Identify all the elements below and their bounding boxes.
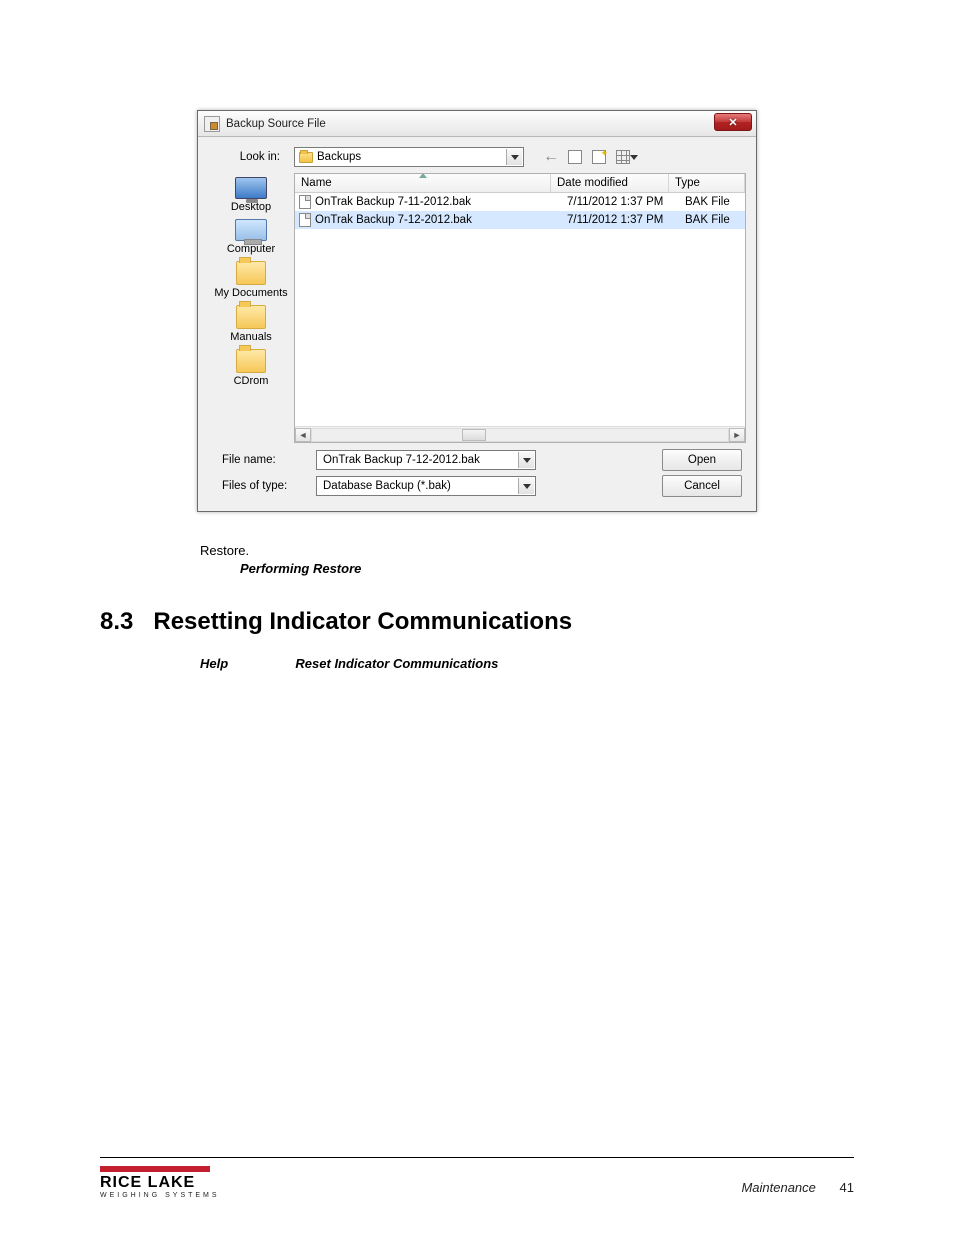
file-name: OnTrak Backup 7-11-2012.bak: [315, 196, 567, 208]
brand-logo: RICE LAKE WEIGHING SYSTEMS: [100, 1166, 220, 1199]
column-type[interactable]: Type: [669, 174, 745, 192]
place-cdrom[interactable]: CDrom: [234, 349, 269, 387]
filetype-label: Files of type:: [208, 480, 308, 492]
file-date: 7/11/2012 1:37 PM: [567, 214, 685, 226]
column-type-label: Type: [675, 177, 700, 189]
place-desktop[interactable]: Desktop: [231, 177, 271, 213]
filetype-dropdown[interactable]: Database Backup (*.bak): [316, 476, 536, 496]
help-line: Help Reset Indicator Communications: [200, 656, 854, 671]
brand-name: RICE LAKE: [100, 1174, 220, 1192]
folder-icon: [299, 152, 313, 163]
scroll-thumb[interactable]: [462, 429, 486, 441]
computer-icon: [235, 219, 267, 241]
page-number: 41: [840, 1180, 854, 1195]
view-grid-icon: [616, 150, 630, 164]
column-name-label: Name: [301, 177, 332, 189]
page-footer: RICE LAKE WEIGHING SYSTEMS Maintenance 4…: [100, 1157, 854, 1195]
file-date: 7/11/2012 1:37 PM: [567, 196, 685, 208]
brand-bar: [100, 1166, 210, 1172]
app-icon: [204, 116, 220, 132]
folder-icon: [236, 261, 266, 285]
cancel-button[interactable]: Cancel: [662, 475, 742, 497]
place-label: My Documents: [214, 287, 287, 299]
lookin-label: Look in:: [208, 151, 286, 163]
up-one-level-button[interactable]: [566, 148, 584, 166]
file-row[interactable]: OnTrak Backup 7-11-2012.bak 7/11/2012 1:…: [295, 193, 745, 211]
column-name[interactable]: Name: [295, 174, 551, 192]
file-row[interactable]: OnTrak Backup 7-12-2012.bak 7/11/2012 1:…: [295, 211, 745, 229]
footer-section: Maintenance: [741, 1180, 815, 1195]
section-heading: 8.3 Resetting Indicator Communications: [100, 608, 854, 636]
brand-subtitle: WEIGHING SYSTEMS: [100, 1192, 220, 1199]
close-icon: ✕: [728, 116, 737, 129]
back-button[interactable]: ←: [542, 148, 560, 166]
reset-item-text: Reset Indicator Communications: [295, 656, 498, 671]
horizontal-scrollbar[interactable]: ◄ ►: [295, 426, 745, 442]
file-icon: [299, 213, 311, 227]
performing-restore-text: Performing Restore: [240, 561, 361, 576]
scroll-track[interactable]: [311, 428, 729, 442]
place-label: Manuals: [230, 331, 272, 343]
chevron-down-icon: [518, 478, 534, 494]
view-menu-button[interactable]: [614, 148, 632, 166]
place-computer[interactable]: Computer: [227, 219, 275, 255]
file-list: Name Date modified Type OnTrak Backup 7-…: [294, 173, 746, 443]
dialog-title: Backup Source File: [226, 118, 326, 130]
new-folder-button[interactable]: ✦: [590, 148, 608, 166]
restore-text: Restore: [200, 543, 246, 558]
close-button[interactable]: ✕: [714, 113, 752, 131]
column-date[interactable]: Date modified: [551, 174, 669, 192]
body-paragraph: Restore. Performing Restore: [200, 542, 854, 578]
folder-icon: [236, 349, 266, 373]
filename-value: OnTrak Backup 7-12-2012.bak: [323, 454, 480, 466]
places-bar: Desktop Computer My Documents Manuals: [208, 173, 294, 443]
open-button-label: Open: [688, 454, 716, 466]
section-number: 8.3: [100, 608, 133, 636]
place-my-documents[interactable]: My Documents: [214, 261, 287, 299]
file-open-dialog: Backup Source File ✕ Look in: Backups ← …: [197, 110, 757, 512]
file-type: BAK File: [685, 196, 745, 208]
desktop-icon: [235, 177, 267, 199]
place-manuals[interactable]: Manuals: [230, 305, 272, 343]
help-text: Help: [200, 656, 228, 671]
scroll-left-button[interactable]: ◄: [295, 428, 311, 442]
file-icon: [299, 195, 311, 209]
section-title: Resetting Indicator Communications: [153, 608, 572, 636]
place-label: CDrom: [234, 375, 269, 387]
column-date-label: Date modified: [557, 177, 628, 189]
chevron-down-icon: [518, 452, 534, 468]
cancel-button-label: Cancel: [684, 480, 720, 492]
open-button[interactable]: Open: [662, 449, 742, 471]
filename-input[interactable]: OnTrak Backup 7-12-2012.bak: [316, 450, 536, 470]
chevron-down-icon: [506, 149, 522, 165]
lookin-value: Backups: [317, 151, 361, 163]
new-folder-icon: ✦: [592, 150, 606, 164]
file-name: OnTrak Backup 7-12-2012.bak: [315, 214, 567, 226]
dialog-titlebar: Backup Source File ✕: [198, 111, 756, 137]
lookin-dropdown[interactable]: Backups: [294, 147, 524, 167]
filename-label: File name:: [208, 454, 308, 466]
file-type: BAK File: [685, 214, 745, 226]
sort-asc-icon: [419, 173, 427, 178]
folder-icon: [236, 305, 266, 329]
column-headers: Name Date modified Type: [295, 174, 745, 193]
scroll-right-button[interactable]: ►: [729, 428, 745, 442]
folder-up-icon: [568, 150, 582, 164]
filetype-value: Database Backup (*.bak): [323, 480, 451, 492]
